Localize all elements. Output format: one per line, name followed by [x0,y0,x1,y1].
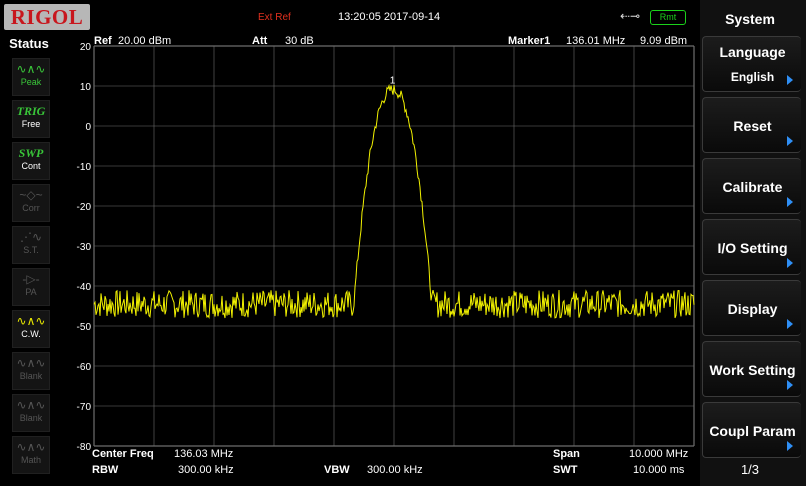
swt-label: SWT [553,464,578,476]
spectrum-plot[interactable]: 20 10 0 -10 -20 -30 -40 -50 -60 -70 -80 1 [0,0,806,486]
marker-1-tag: 1 [390,76,396,87]
y-tick-label: -10 [77,162,92,173]
chevron-right-icon [787,75,793,85]
center-freq-value[interactable]: 136.03 MHz [174,448,233,460]
vbw-value[interactable]: 300.00 kHz [367,464,423,476]
chevron-right-icon [787,441,793,451]
menu-title: System [725,11,775,27]
y-tick-label: -60 [77,362,92,373]
io-setting-button[interactable]: I/O Setting [702,219,801,275]
y-tick-label: -40 [77,282,92,293]
y-axis-ticks: 20 10 0 -10 -20 -30 -40 -50 -60 -70 -80 [77,42,92,453]
display-button[interactable]: Display [702,280,801,336]
plot-grid [93,45,695,447]
center-freq-label: Center Freq [92,448,154,460]
work-setting-button[interactable]: Work Setting [702,341,801,397]
rbw-label: RBW [92,464,119,476]
page-indicator: 1/3 [740,462,760,477]
y-tick-label: 10 [80,82,92,93]
chevron-right-icon [787,380,793,390]
y-tick-label: 20 [80,42,92,53]
y-tick-label: -70 [77,402,92,413]
coupl-param-button[interactable]: Coupl Param [702,402,801,458]
span-label: Span [553,448,580,460]
chevron-right-icon [787,197,793,207]
vbw-label: VBW [324,464,350,476]
language-button[interactable]: Language English [702,36,801,92]
measurement-footer: Center Freq 136.03 MHz Span 10.000 MHz R… [92,448,696,486]
y-tick-label: -80 [77,442,92,453]
span-value[interactable]: 10.000 MHz [629,448,688,460]
chevron-right-icon [787,258,793,268]
rbw-value[interactable]: 300.00 kHz [178,464,234,476]
calibrate-button[interactable]: Calibrate [702,158,801,214]
reset-button[interactable]: Reset [702,97,801,153]
y-tick-label: 0 [85,122,91,133]
chevron-right-icon [787,319,793,329]
y-tick-label: -50 [77,322,92,333]
y-tick-label: -30 [77,242,92,253]
swt-value[interactable]: 10.000 ms [633,464,684,476]
y-tick-label: -20 [77,202,92,213]
chevron-right-icon [787,136,793,146]
